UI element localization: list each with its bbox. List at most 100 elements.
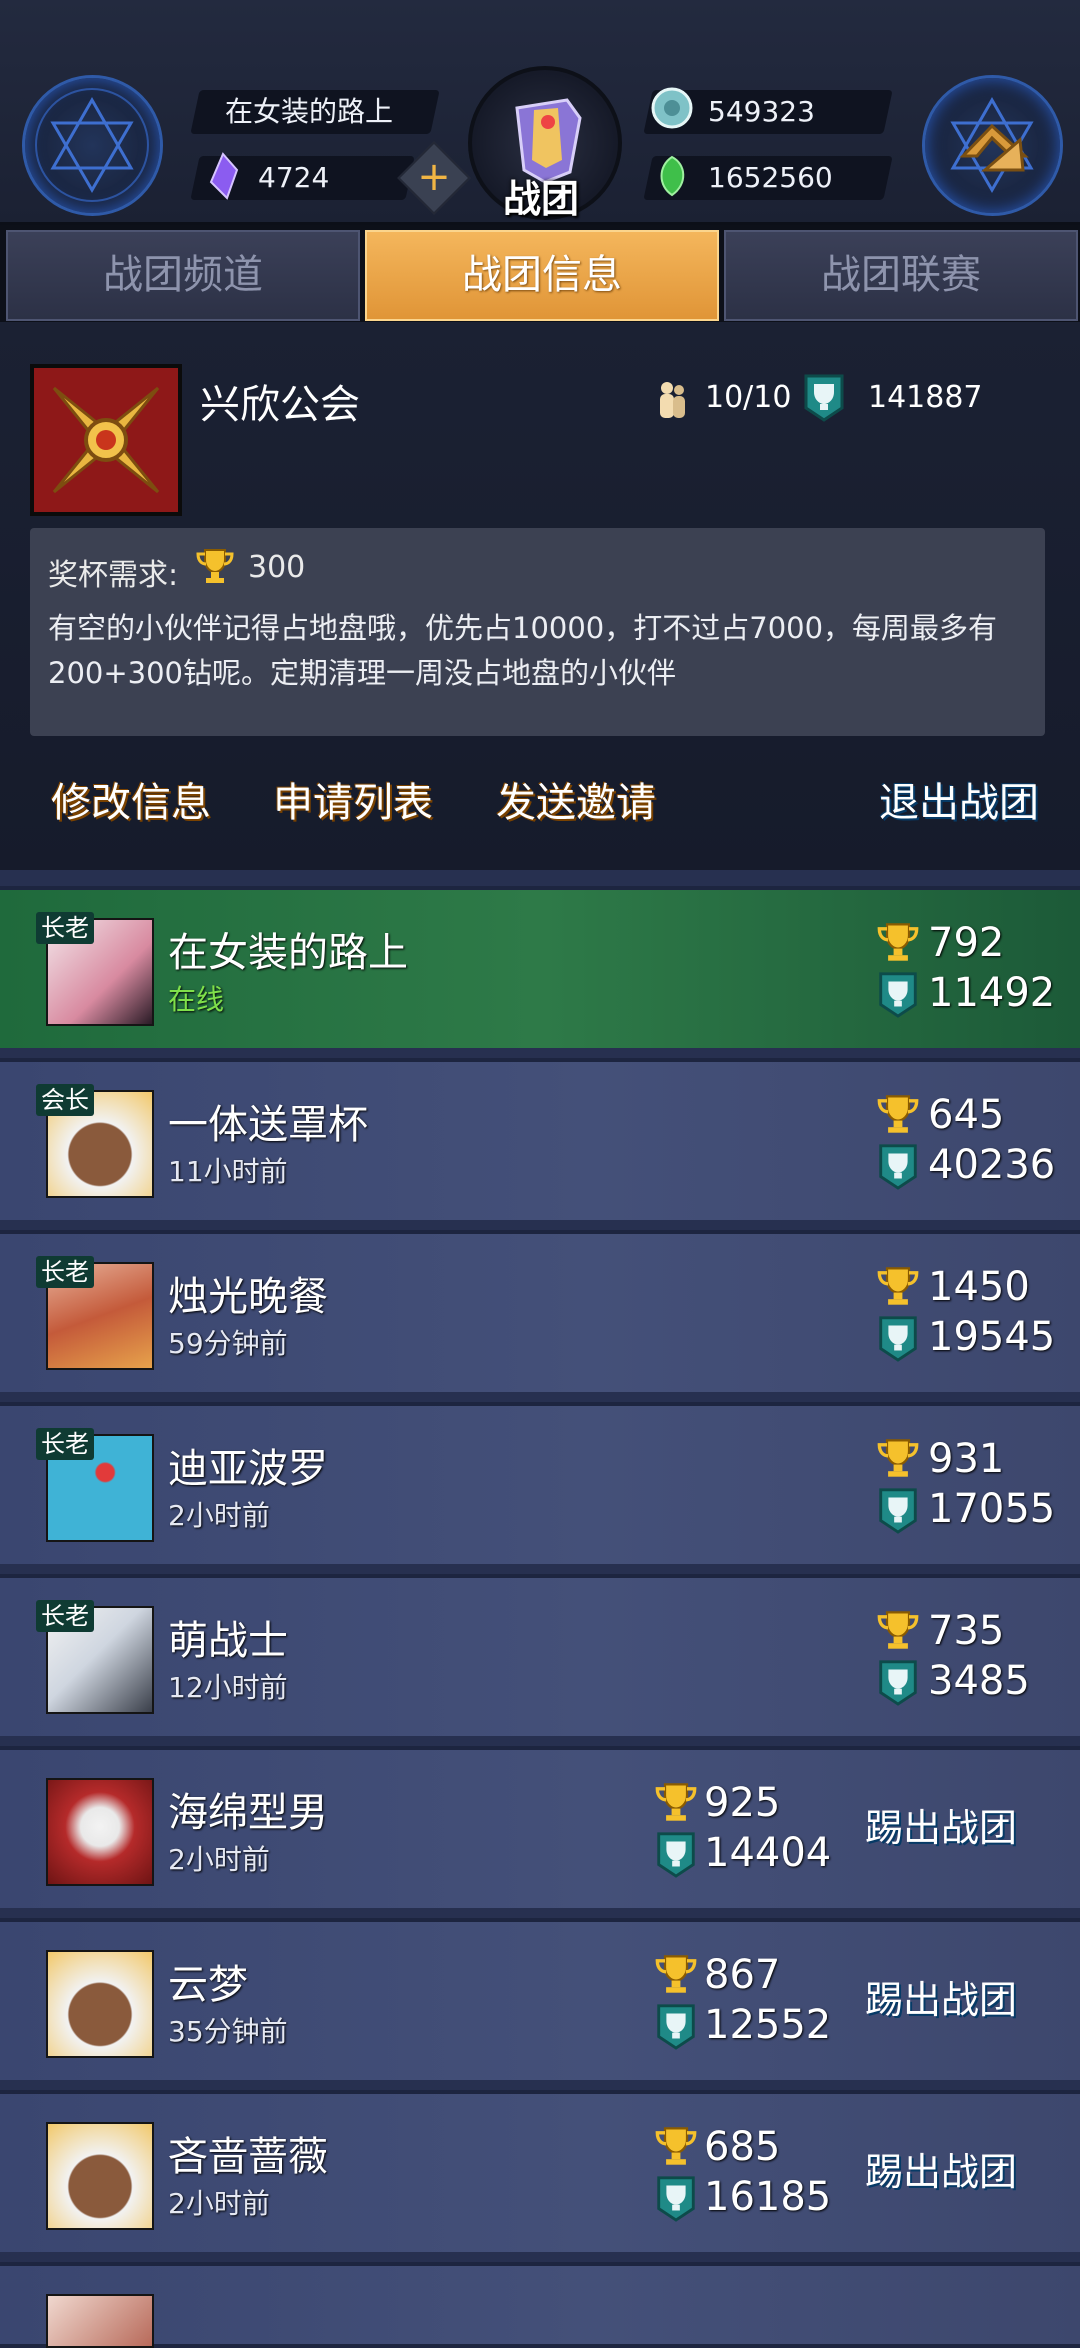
cup-count: 12552 bbox=[704, 2002, 832, 2048]
trophy-count: 931 bbox=[928, 1436, 1005, 1482]
member-status: 59分钟前 bbox=[168, 1327, 288, 1360]
cup-count: 16185 bbox=[704, 2174, 832, 2220]
emblem-label: 战团 bbox=[502, 177, 579, 221]
trophy-requirement-label: 奖杯需求: bbox=[48, 558, 179, 593]
role-badge: 长老 bbox=[36, 912, 94, 944]
member-name: 萌战士 bbox=[168, 1618, 288, 1664]
cup-count: 17055 bbox=[928, 1486, 1056, 1532]
guild-trophies: 141887 bbox=[868, 380, 983, 415]
member-row[interactable]: 长老 萌战士 12小时前 735 3485 bbox=[0, 1574, 1080, 1736]
cup-count: 19545 bbox=[928, 1314, 1056, 1360]
member-name: 一体送罩杯 bbox=[168, 1102, 368, 1148]
guild-description: 有空的小伙伴记得占地盘哦，优先占10000，打不过占7000，每周最多有200+… bbox=[48, 611, 998, 690]
avatar bbox=[46, 1950, 154, 2058]
rank-up-icon[interactable] bbox=[922, 75, 1063, 216]
member-row[interactable]: 长老 烛光晚餐 59分钟前 1450 19545 bbox=[0, 1230, 1080, 1392]
send-invite-button[interactable]: 发送邀请 bbox=[487, 772, 665, 834]
member-name: 烛光晚餐 bbox=[168, 1274, 328, 1320]
role-badge: 会长 bbox=[36, 1084, 94, 1116]
currency-b-value: 1652560 bbox=[708, 161, 833, 194]
trophy-icon bbox=[196, 549, 234, 583]
member-list: 长老 在女装的路上 在线 792 11492 会长 一体送罩杯 11小时前 64… bbox=[0, 870, 1080, 2348]
kick-member-button[interactable]: 踢出战团 bbox=[842, 1968, 1040, 2032]
cup-count: 14404 bbox=[704, 1830, 832, 1876]
role-badge: 长老 bbox=[36, 1600, 94, 1632]
leave-guild-button[interactable]: 退出战团 bbox=[866, 772, 1052, 834]
kick-member-button[interactable]: 踢出战团 bbox=[842, 1796, 1040, 1860]
member-row[interactable]: 云梦 35分钟前 867 12552 踢出战团 bbox=[0, 1918, 1080, 2080]
member-status: 12小时前 bbox=[168, 1671, 288, 1704]
trophy-count: 792 bbox=[928, 920, 1005, 966]
member-name: 迪亚波罗 bbox=[168, 1446, 328, 1492]
trophy-icon bbox=[655, 1783, 697, 1821]
trophy-icon bbox=[877, 1439, 919, 1477]
cup-badge-icon bbox=[657, 2176, 695, 2222]
crystal-icon bbox=[209, 152, 239, 200]
trophy-count: 645 bbox=[928, 1092, 1005, 1138]
member-row[interactable]: 海绵型男 2小时前 925 14404 踢出战团 bbox=[0, 1746, 1080, 1908]
member-name: 吝啬蔷薇 bbox=[168, 2134, 328, 2180]
cup-count: 40236 bbox=[928, 1142, 1056, 1188]
cup-badge-icon bbox=[657, 2004, 695, 2050]
member-status: 2小时前 bbox=[168, 1843, 270, 1876]
member-status: 11小时前 bbox=[168, 1155, 288, 1188]
member-status: 35分钟前 bbox=[168, 2015, 288, 2048]
cup-badge-icon bbox=[657, 1832, 695, 1878]
cup-badge-icon bbox=[879, 1660, 917, 1706]
cup-badge-icon bbox=[879, 1316, 917, 1362]
trophy-requirement-value: 300 bbox=[248, 550, 306, 585]
trophy-icon bbox=[877, 1095, 919, 1133]
trophy-count: 925 bbox=[704, 1780, 781, 1826]
cup-badge-icon bbox=[804, 374, 844, 422]
members-icon bbox=[660, 382, 685, 418]
role-badge: 长老 bbox=[36, 1256, 94, 1288]
crossed-swords-icon bbox=[52, 386, 160, 494]
trophy-count: 1450 bbox=[928, 1264, 1030, 1310]
cup-count: 3485 bbox=[928, 1658, 1030, 1704]
cup-badge-icon bbox=[879, 1144, 917, 1190]
member-name: 海绵型男 bbox=[168, 1790, 328, 1836]
trophy-count: 685 bbox=[704, 2124, 781, 2170]
member-row-partial[interactable] bbox=[0, 2262, 1080, 2348]
kick-member-button[interactable]: 踢出战团 bbox=[842, 2140, 1040, 2204]
hex-sigil-icon bbox=[22, 75, 163, 216]
tab-guild-league[interactable]: 战团联赛 bbox=[724, 230, 1078, 321]
trophy-icon bbox=[655, 2127, 697, 2165]
member-row[interactable]: 长老 迪亚波罗 2小时前 931 17055 bbox=[0, 1402, 1080, 1564]
member-status: 2小时前 bbox=[168, 2187, 270, 2220]
member-row[interactable]: 长老 在女装的路上 在线 792 11492 bbox=[0, 886, 1080, 1048]
jade-coin-icon bbox=[651, 87, 693, 129]
green-stone-icon bbox=[660, 155, 685, 197]
avatar bbox=[46, 2122, 154, 2230]
tab-guild-channel[interactable]: 战团频道 bbox=[6, 230, 360, 321]
guild-name: 兴欣公会 bbox=[200, 382, 360, 428]
member-row[interactable]: 吝啬蔷薇 2小时前 685 16185 踢出战团 bbox=[0, 2090, 1080, 2252]
cup-badge-icon bbox=[879, 1488, 917, 1534]
tab-guild-info[interactable]: 战团信息 bbox=[365, 230, 719, 321]
edit-info-button[interactable]: 修改信息 bbox=[42, 772, 220, 834]
member-row[interactable]: 会长 一体送罩杯 11小时前 645 40236 bbox=[0, 1058, 1080, 1220]
guild-description-box: 奖杯需求: 300 有空的小伙伴记得占地盘哦，优先占10000，打不过占7000… bbox=[30, 528, 1045, 736]
cup-count: 11492 bbox=[928, 970, 1056, 1016]
member-name: 在女装的路上 bbox=[168, 930, 408, 976]
member-status: 2小时前 bbox=[168, 1499, 270, 1532]
trophy-count: 867 bbox=[704, 1952, 781, 1998]
guild-members-count: 10/10 bbox=[705, 380, 792, 415]
role-badge: 长老 bbox=[36, 1428, 94, 1460]
trophy-icon bbox=[655, 1955, 697, 1993]
player-name: 在女装的路上 bbox=[225, 95, 394, 128]
trophy-icon bbox=[877, 1267, 919, 1305]
currency-a-value: 549323 bbox=[708, 95, 815, 128]
trophy-count: 735 bbox=[928, 1608, 1005, 1654]
add-gems-button[interactable]: + bbox=[397, 141, 471, 215]
trophy-icon bbox=[877, 923, 919, 961]
guild-info-panel: 兴欣公会 10/10 141887 奖杯需求: 300 有空的小伙伴记得占地盘哦… bbox=[0, 322, 1080, 870]
member-status: 在线 bbox=[168, 983, 225, 1016]
tab-bar: 战团频道 战团信息 战团联赛 bbox=[0, 225, 1080, 322]
request-list-button[interactable]: 申请列表 bbox=[264, 772, 442, 834]
member-name: 云梦 bbox=[168, 1962, 248, 2008]
cup-badge-icon bbox=[879, 972, 917, 1018]
guild-logo bbox=[30, 364, 182, 516]
trophy-icon bbox=[877, 1611, 919, 1649]
avatar bbox=[46, 1778, 154, 1886]
